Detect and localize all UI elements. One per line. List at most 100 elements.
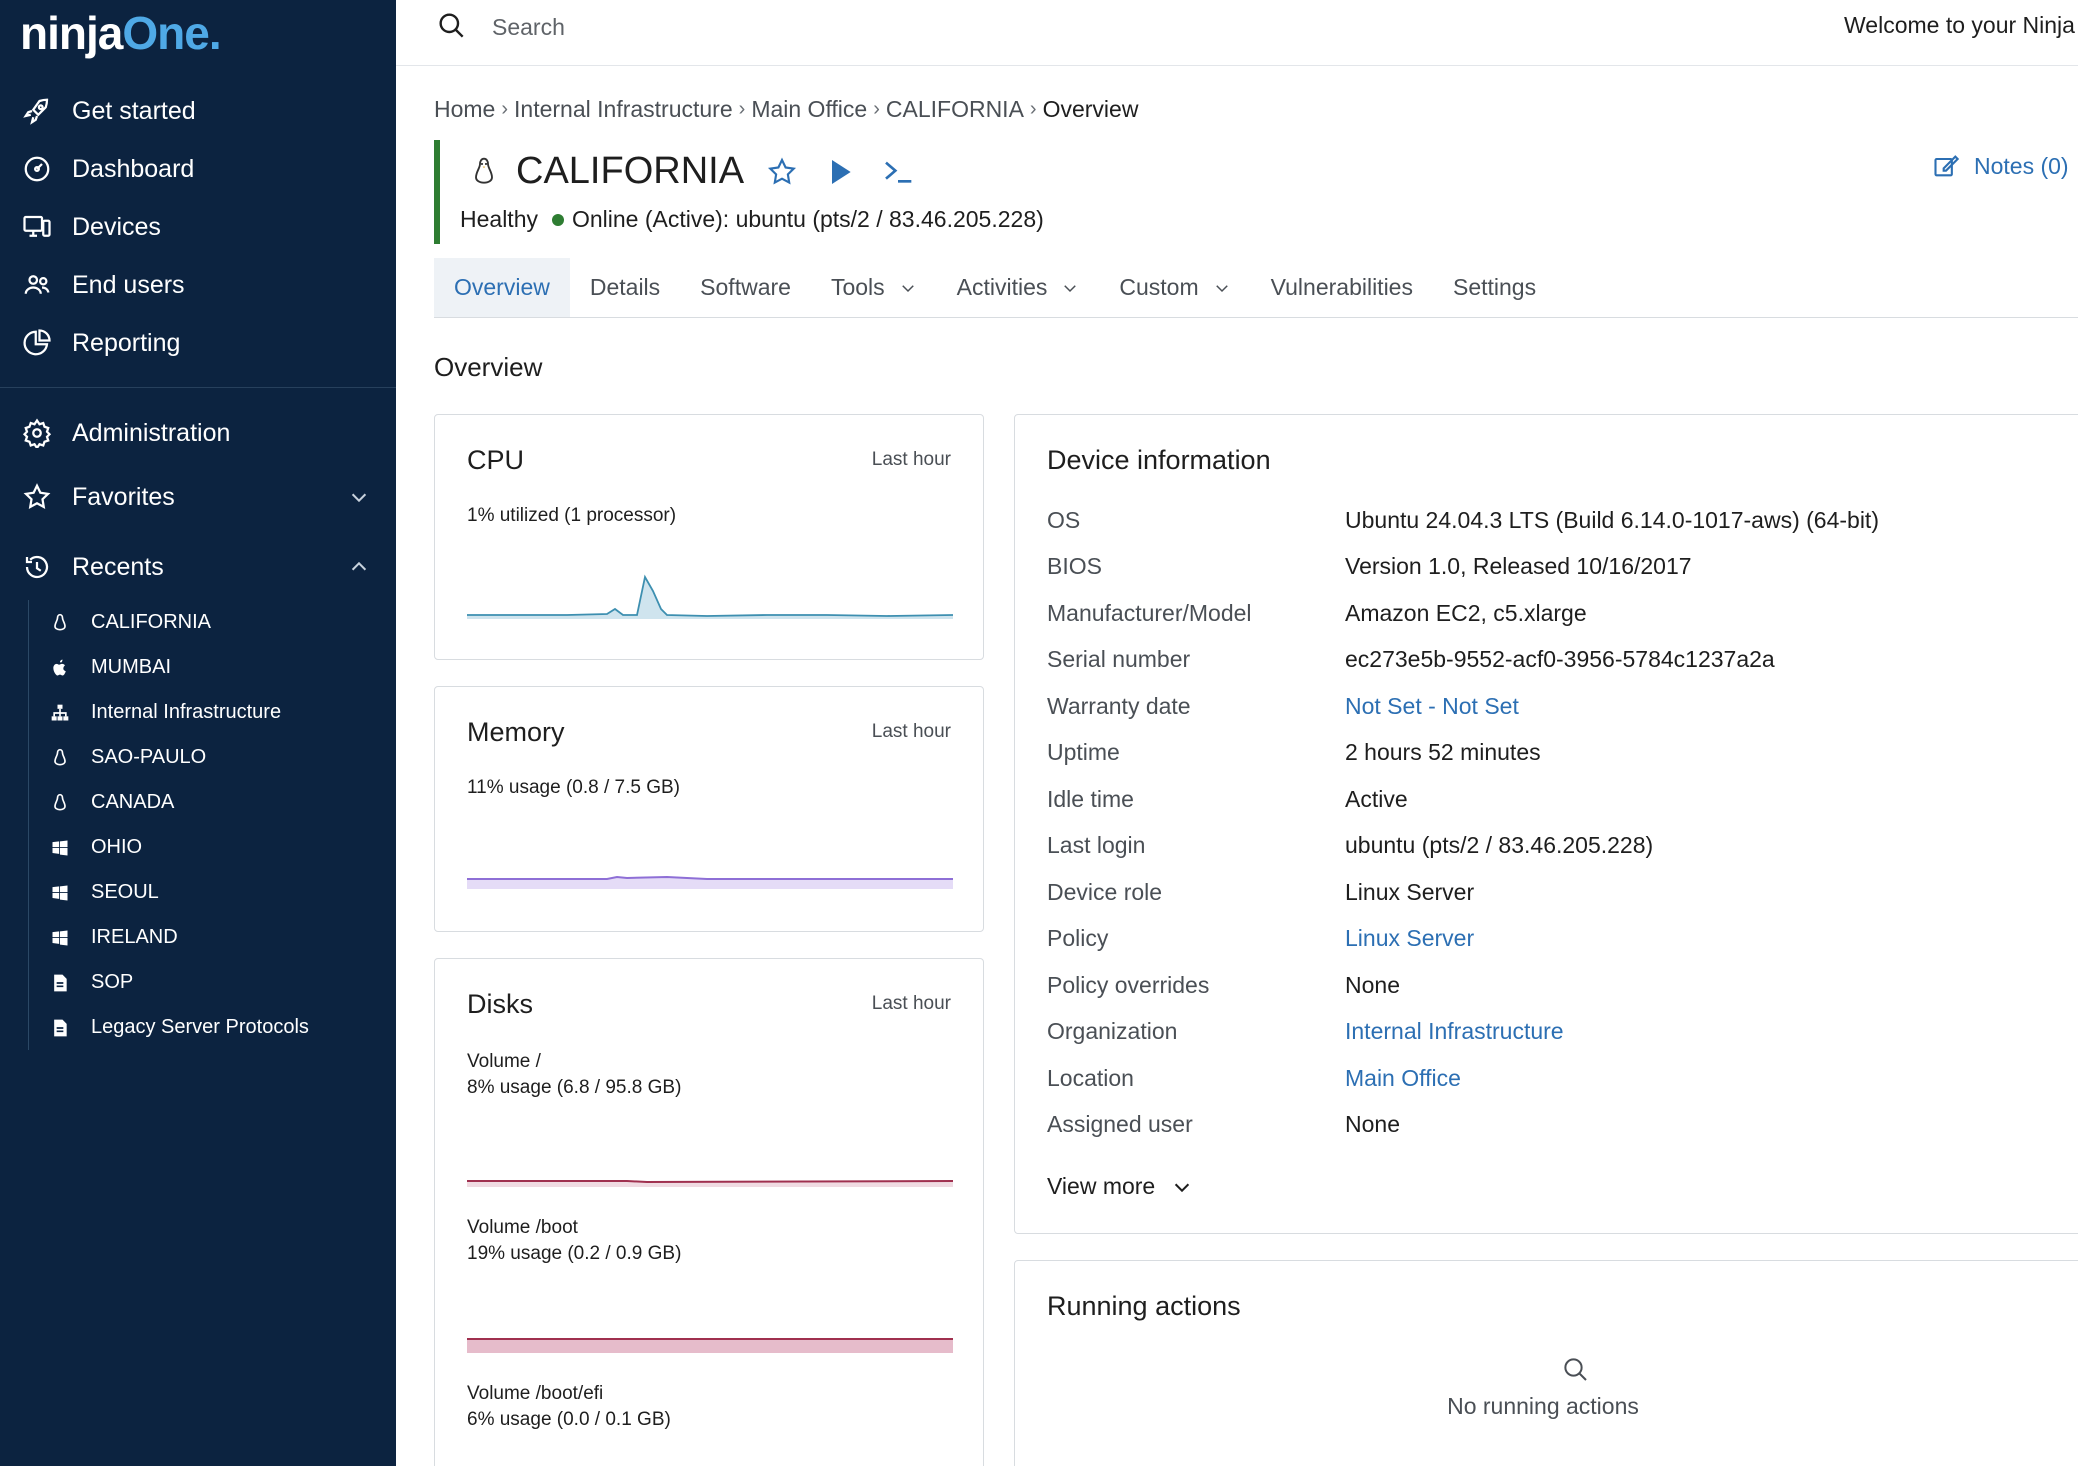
tab-software[interactable]: Software — [680, 258, 811, 317]
tab-vulnerabilities[interactable]: Vulnerabilities — [1251, 258, 1433, 317]
recent-item-seoul[interactable]: SEOUL — [29, 870, 396, 915]
chevron-down-icon — [901, 284, 914, 292]
disk-volume-name: Volume / — [467, 1051, 541, 1072]
recent-item-internal-infrastructure[interactable]: Internal Infrastructure — [29, 690, 396, 735]
terminal-icon[interactable] — [882, 156, 914, 188]
disk-volume-name: Volume /boot — [467, 1217, 578, 1238]
dashboard-icon — [24, 156, 50, 182]
pie-chart-icon — [23, 329, 51, 356]
breadcrumb-device[interactable]: CALIFORNIA — [886, 96, 1024, 123]
nav-administration[interactable]: Administration — [0, 404, 396, 462]
info-value: Ubuntu 24.04.3 LTS (Build 6.14.0-1017-aw… — [1345, 506, 1879, 533]
recent-item-california[interactable]: CALIFORNIA — [29, 600, 396, 645]
nav-label: Recents — [72, 552, 164, 581]
time-range: Last hour — [871, 993, 951, 1014]
breadcrumb-home[interactable]: Home — [434, 96, 495, 123]
search-input[interactable] — [492, 10, 1192, 44]
cpu-card[interactable]: CPU Last hour 1% utilized (1 processor) — [434, 414, 984, 660]
nav-reporting[interactable]: Reporting — [0, 314, 396, 372]
recents-list: CALIFORNIA MUMBAI Internal Infrastructur… — [28, 600, 396, 1050]
info-row: Policy Linux Server — [1047, 916, 1474, 962]
cpu-summary: 1% utilized (1 processor) — [467, 505, 677, 526]
health-status: Healthy — [460, 206, 538, 232]
info-row: BIOS Version 1.0, Released 10/16/2017 — [1047, 544, 1692, 590]
recent-item-sop[interactable]: SOP — [29, 960, 396, 1005]
tab-custom[interactable]: Custom — [1099, 258, 1250, 317]
organization-icon — [49, 702, 71, 724]
tab-activities[interactable]: Activities — [937, 258, 1100, 317]
favorite-star-icon[interactable] — [766, 156, 798, 188]
chevron-up-icon[interactable] — [348, 556, 370, 578]
chevron-down-icon[interactable] — [348, 486, 370, 508]
disk-volume-usage: 8% usage (6.8 / 95.8 GB) — [467, 1077, 682, 1098]
recent-item-ireland[interactable]: IRELAND — [29, 915, 396, 960]
view-more-button[interactable]: View more — [1047, 1173, 1193, 1200]
online-status-dot — [551, 213, 564, 226]
main-content: Home › Internal Infrastructure › Main Of… — [396, 66, 2078, 1466]
info-value-link[interactable]: Not Set - Not Set — [1345, 693, 1519, 720]
search-icon[interactable] — [436, 10, 468, 42]
memory-sparkline — [467, 875, 953, 889]
recent-label: CANADA — [91, 791, 175, 813]
info-value: ubuntu (pts/2 / 83.46.205.228) — [1345, 832, 1654, 858]
document-icon — [49, 1017, 71, 1039]
tab-label: Software — [700, 274, 791, 300]
sidebar-divider — [0, 387, 396, 388]
welcome-message: Welcome to your Ninja — [1844, 12, 2075, 38]
chevron-down-icon — [1175, 1183, 1190, 1192]
breadcrumb-organization[interactable]: Internal Infrastructure — [514, 96, 733, 123]
linux-icon — [475, 157, 493, 184]
rocket-icon — [23, 98, 49, 125]
linux-icon — [49, 747, 71, 769]
cpu-sparkline — [467, 574, 953, 619]
view-more-label: View more — [1047, 1173, 1156, 1199]
device-header: CALIFORNIA Healthy Online (Active): ubun… — [434, 140, 2074, 244]
tab-details[interactable]: Details — [570, 258, 680, 317]
disks-card[interactable]: Disks Last hour Volume / 8% usage (6.8 /… — [434, 958, 984, 1466]
nav-favorites[interactable]: Favorites — [0, 468, 396, 526]
recent-label: OHIO — [91, 836, 143, 858]
chevron-down-icon — [1064, 284, 1077, 292]
tab-settings[interactable]: Settings — [1433, 258, 1556, 317]
tab-label: Settings — [1452, 274, 1537, 300]
info-value: Version 1.0, Released 10/16/2017 — [1345, 553, 1692, 579]
tab-tools[interactable]: Tools — [811, 258, 937, 317]
info-row: Organization Internal Infrastructure — [1047, 1009, 1564, 1055]
disk-volume-usage: 19% usage (0.2 / 0.9 GB) — [467, 1243, 682, 1264]
time-range: Last hour — [871, 721, 951, 742]
info-value-link[interactable]: Main Office — [1345, 1065, 1461, 1092]
breadcrumb-current: Overview — [1042, 96, 1139, 122]
recent-item-legacy-server-protocols[interactable]: Legacy Server Protocols — [29, 1005, 396, 1050]
notes-button[interactable]: Notes (0) — [1932, 152, 2069, 180]
recent-item-mumbai[interactable]: MUMBAI — [29, 645, 396, 690]
recent-item-canada[interactable]: CANADA — [29, 780, 396, 825]
nav-devices[interactable]: Devices — [0, 198, 396, 256]
recent-item-sao-paulo[interactable]: SAO-PAULO — [29, 735, 396, 780]
info-row: Location Main Office — [1047, 1055, 1461, 1101]
info-row: OS Ubuntu 24.04.3 LTS (Build 6.14.0-1017-… — [1047, 497, 1879, 543]
info-label: OS — [1047, 506, 1081, 533]
info-value: None — [1345, 971, 1400, 998]
nav-end-users[interactable]: End users — [0, 256, 396, 314]
info-value-link[interactable]: Linux Server — [1345, 925, 1474, 952]
nav-label: Dashboard — [72, 154, 195, 183]
device-title-row: CALIFORNIA — [468, 150, 940, 193]
tab-label: Overview — [454, 274, 550, 300]
info-row: Warranty date Not Set - Not Set — [1047, 683, 1519, 729]
nav-dashboard[interactable]: Dashboard — [0, 140, 396, 198]
run-play-icon[interactable] — [824, 156, 856, 188]
memory-card[interactable]: Memory Last hour 11% usage (0.8 / 7.5 GB… — [434, 686, 984, 932]
info-label: Last login — [1047, 832, 1146, 858]
recent-label: MUMBAI — [91, 656, 171, 678]
nav-get-started[interactable]: Get started — [0, 82, 396, 140]
nav-recents[interactable]: Recents — [0, 538, 396, 596]
recent-label: CALIFORNIA — [91, 611, 212, 633]
search-icon — [1564, 1358, 1587, 1381]
tab-overview[interactable]: Overview — [434, 258, 570, 317]
info-value-link[interactable]: Internal Infrastructure — [1345, 1018, 1564, 1045]
recent-item-ohio[interactable]: OHIO — [29, 825, 396, 870]
breadcrumb-location[interactable]: Main Office — [751, 96, 867, 123]
info-label: Serial number — [1047, 646, 1191, 672]
ninjaone-logo[interactable]: ninjaOne. — [20, 6, 222, 60]
info-value: Active — [1345, 785, 1408, 812]
